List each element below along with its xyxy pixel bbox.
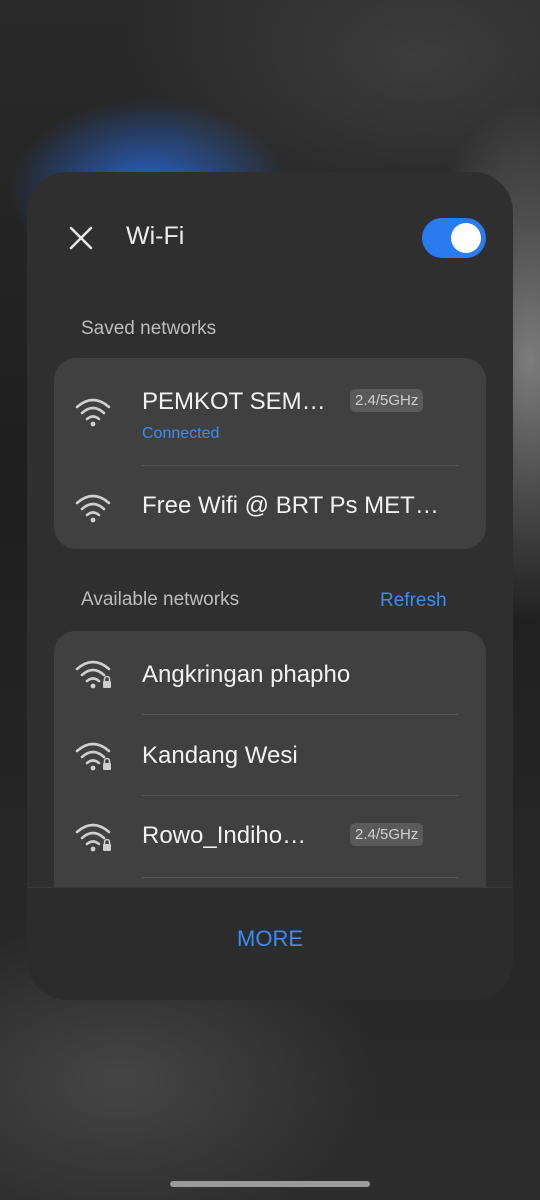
network-name: Angkringan phapho xyxy=(142,661,351,688)
page-title: Wi-Fi xyxy=(126,222,185,250)
refresh-button[interactable]: Refresh xyxy=(380,590,447,612)
close-icon xyxy=(69,226,93,250)
home-indicator[interactable] xyxy=(170,1181,370,1187)
available-network-item[interactable]: Rowo_Indiho… 2.4/5GHz xyxy=(54,796,486,877)
wifi-lock-icon xyxy=(75,823,111,852)
network-name: Rowo_Indiho… xyxy=(142,822,307,849)
available-network-item[interactable]: Angkringan phapho xyxy=(54,631,486,714)
panel-footer: MORE xyxy=(27,887,513,1000)
saved-networks-heading: Saved networks xyxy=(81,318,217,339)
wifi-icon xyxy=(75,494,111,523)
close-button[interactable] xyxy=(63,220,99,256)
saved-network-item[interactable]: PEMKOT SEM… 2.4/5GHz Connected xyxy=(54,358,486,465)
network-name: Kandang Wesi xyxy=(142,742,298,769)
more-button[interactable]: MORE xyxy=(27,926,513,952)
wifi-lock-icon xyxy=(75,742,111,771)
available-networks-heading: Available networks xyxy=(81,589,240,610)
connection-status: Connected xyxy=(142,425,220,442)
wifi-panel: Wi-Fi Saved networks PEMKOT SEM… 2.4/5GH… xyxy=(27,172,513,1000)
band-badge: 2.4/5GHz xyxy=(350,389,424,412)
panel-header: Wi-Fi xyxy=(27,172,513,302)
network-name: PEMKOT SEM… xyxy=(142,388,326,415)
saved-network-item[interactable]: Free Wifi @ BRT Ps MET… xyxy=(54,466,486,549)
divider xyxy=(142,877,458,878)
available-network-item[interactable]: Kandang Wesi xyxy=(54,715,486,795)
wifi-toggle[interactable] xyxy=(422,218,486,258)
saved-networks-card: PEMKOT SEM… 2.4/5GHz Connected Free Wifi… xyxy=(54,358,486,549)
wifi-icon xyxy=(75,398,111,427)
available-networks-card: Angkringan phapho Kandang Wesi Rowo_Indi… xyxy=(54,631,486,931)
network-name: Free Wifi @ BRT Ps MET… xyxy=(142,492,439,519)
wifi-lock-icon xyxy=(75,660,111,689)
toggle-knob xyxy=(451,223,481,253)
band-badge: 2.4/5GHz xyxy=(350,823,424,846)
